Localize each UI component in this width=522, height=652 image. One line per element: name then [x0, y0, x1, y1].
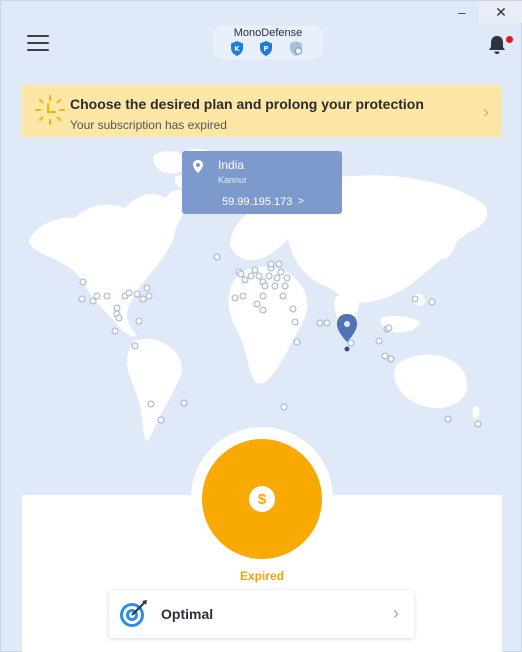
- close-button[interactable]: ✕: [479, 1, 522, 23]
- status-label: Expired: [239, 569, 284, 583]
- chevron-right-icon: ›: [393, 603, 399, 623]
- notification-dot: [506, 36, 513, 43]
- clock-icon: [35, 95, 65, 125]
- menu-icon[interactable]: [27, 35, 49, 53]
- ip-address: 59.99.195.173: [222, 196, 293, 208]
- plan-label: Optimal: [161, 606, 214, 622]
- banner-subtitle: Your subscription has expired: [70, 118, 227, 132]
- bell-icon[interactable]: [486, 34, 508, 56]
- shield-icon[interactable]: K: [230, 41, 244, 56]
- location-pin-icon: [193, 160, 203, 173]
- password-icon[interactable]: P: [259, 41, 273, 56]
- subscription-banner[interactable]: Choose the desired plan and prolong your…: [22, 85, 502, 137]
- minimize-button[interactable]: –: [447, 1, 477, 23]
- dollar-icon: $: [249, 486, 275, 512]
- cloud-lock-icon[interactable]: [289, 41, 303, 56]
- status-button[interactable]: $: [202, 439, 322, 559]
- location-card[interactable]: India Kannur 59.99.195.173 >: [182, 151, 342, 214]
- svg-text:K: K: [234, 45, 240, 53]
- location-city: Kannur: [218, 175, 248, 185]
- banner-title: Choose the desired plan and prolong your…: [70, 96, 424, 112]
- app-title: MonoDefense: [233, 27, 303, 39]
- plan-selector[interactable]: Optimal ›: [109, 590, 414, 638]
- svg-text:P: P: [263, 45, 268, 53]
- chevron-right-icon: ›: [483, 102, 489, 122]
- product-switcher: MonoDefense K P: [213, 26, 323, 59]
- app-window: – ✕ MonoDefense K P Choose the desired p…: [0, 0, 522, 652]
- target-icon: [120, 600, 147, 627]
- location-country: India: [218, 158, 245, 172]
- ip-chevron-icon: >: [298, 196, 304, 207]
